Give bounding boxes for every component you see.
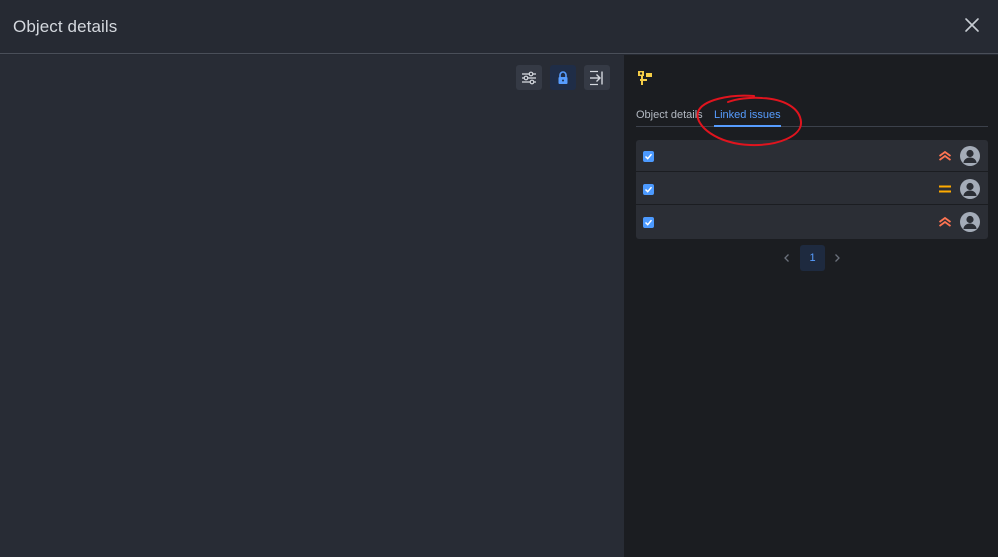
check-icon — [644, 153, 653, 160]
issue-row[interactable] — [636, 206, 988, 238]
assignee-avatar[interactable] — [960, 146, 980, 166]
collapse-panel-button[interactable] — [584, 65, 610, 90]
lock-button[interactable] — [550, 65, 576, 90]
check-icon — [644, 219, 653, 226]
details-tabs: Object details Linked issues — [636, 107, 988, 127]
priority-high-icon — [938, 216, 952, 227]
chevron-right-icon[interactable] — [831, 252, 843, 264]
assignee-avatar[interactable] — [960, 179, 980, 199]
object-type-icon — [638, 71, 652, 85]
tab-linked-issues[interactable]: Linked issues — [714, 109, 781, 127]
linked-issues-list — [636, 140, 988, 239]
object-view-pane — [0, 55, 624, 557]
page-button-current[interactable]: 1 — [800, 245, 825, 271]
modal-header: Object details — [0, 0, 998, 54]
issue-row[interactable] — [636, 173, 988, 205]
lock-icon — [558, 70, 568, 84]
assignee-avatar[interactable] — [960, 212, 980, 232]
close-button[interactable] — [962, 15, 982, 35]
sliders-icon — [522, 71, 536, 84]
default-avatar-icon — [963, 182, 977, 196]
close-icon — [965, 18, 979, 32]
priority-high-icon — [938, 150, 952, 161]
settings-button[interactable] — [516, 65, 542, 90]
default-avatar-icon — [963, 215, 977, 229]
chevron-left-icon[interactable] — [781, 252, 793, 264]
issue-checkbox[interactable] — [643, 151, 654, 162]
check-icon — [644, 186, 653, 193]
details-side-panel: Object details Linked issues 1 — [624, 55, 998, 557]
issue-row[interactable] — [636, 140, 988, 172]
tab-object-details[interactable]: Object details — [636, 109, 703, 121]
issue-checkbox[interactable] — [643, 184, 654, 195]
modal-title: Object details — [13, 17, 118, 36]
collapse-panel-icon — [590, 70, 603, 85]
priority-medium-icon — [939, 185, 951, 193]
default-avatar-icon — [963, 149, 977, 163]
pagination: 1 — [784, 245, 848, 271]
issue-checkbox[interactable] — [643, 217, 654, 228]
